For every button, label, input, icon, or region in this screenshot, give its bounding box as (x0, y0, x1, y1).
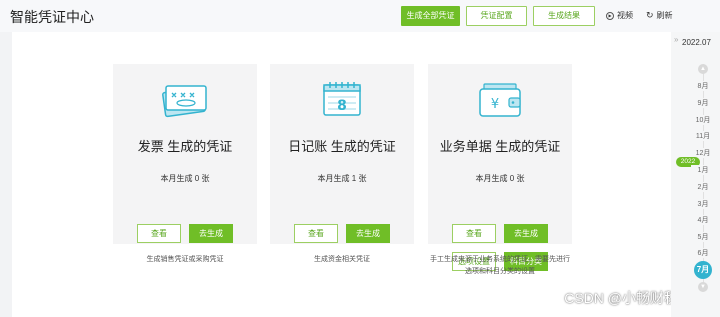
svg-text:¥: ¥ (491, 97, 499, 112)
refresh-label: 刷新 (656, 11, 673, 20)
month-item[interactable]: 3月 (691, 199, 715, 209)
generate-result-button[interactable]: 生成结果 (533, 6, 595, 26)
scroll-up-icon[interactable]: ▲ (698, 64, 708, 74)
video-label: 视频 (617, 11, 633, 20)
card-title: 发票 生成的凭证 (137, 139, 233, 154)
card-count: 本月生成 0 张 (160, 174, 210, 183)
month-item[interactable]: 5月 (691, 232, 715, 242)
svg-text:8: 8 (337, 98, 347, 114)
business-doc-card: ¥ 业务单据 生成的凭证 本月生成 0 张 查看 去生成 选项设置 科目分类 (428, 64, 572, 271)
page-title: 智能凭证中心 (10, 9, 94, 25)
month-item[interactable]: 1月 (691, 165, 715, 175)
scroll-down-icon[interactable]: ▼ (698, 282, 708, 292)
card-count: 本月生成 0 张 (475, 174, 525, 183)
voucher-config-button[interactable]: 凭证配置 (466, 6, 527, 26)
journal-icon: 8 (323, 82, 361, 116)
month-item[interactable]: 4月 (691, 215, 715, 225)
month-item[interactable]: 6月 (691, 248, 715, 258)
month-item[interactable]: 9月 (691, 98, 715, 108)
month-item[interactable]: 8月 (691, 81, 715, 91)
business-doc-card-desc: 手工生成来源于业务系统的凭证，需要先进行 选项和科目分类的设置 (420, 254, 580, 278)
desc-line: 选项和科目分类的设置 (465, 268, 535, 275)
card-count: 本月生成 1 张 (317, 174, 367, 183)
generate-button[interactable]: 去生成 (346, 224, 390, 243)
view-button[interactable]: 查看 (294, 224, 338, 243)
view-button[interactable]: 查看 (137, 224, 181, 243)
main-panel: 发票 生成的凭证 本月生成 0 张 查看 去生成 生成销售凭证或采购凭证 8 日… (12, 32, 671, 317)
collapse-icon[interactable]: » (674, 35, 678, 44)
current-period: 2022.07 (682, 38, 711, 47)
refresh-link[interactable]: ↻ 刷新 (646, 10, 673, 21)
journal-card-desc: 生成资金相关凭证 (314, 256, 370, 263)
refresh-icon: ↻ (646, 10, 654, 20)
journal-card: 8 日记账 生成的凭证 本月生成 1 张 查看 去生成 (270, 64, 414, 244)
desc-line: 手工生成来源于业务系统的凭证，需要先进行 (430, 256, 570, 263)
month-item[interactable]: 2月 (691, 182, 715, 192)
play-icon: ▶ (606, 11, 614, 20)
card-title: 日记账 生成的凭证 (288, 139, 396, 154)
invoice-icon (162, 85, 207, 118)
view-button[interactable]: 查看 (452, 224, 496, 243)
top-bar: 智能凭证中心 生成全部凭证 凭证配置 生成结果 ▶ 视频 ↻ 刷新 (0, 0, 720, 32)
generate-button[interactable]: 去生成 (504, 224, 548, 243)
active-month[interactable]: 7月 (694, 261, 712, 279)
month-item[interactable]: 10月 (691, 115, 715, 125)
wallet-icon: ¥ (479, 83, 521, 117)
month-timeline: » 2022.07 ▲ 8月 9月 10月 11月 12月 2022 1月 2月… (671, 32, 720, 317)
month-item[interactable]: 11月 (691, 131, 715, 141)
card-title: 业务单据 生成的凭证 (439, 139, 561, 154)
invoice-card: 发票 生成的凭证 本月生成 0 张 查看 去生成 (113, 64, 257, 244)
invoice-card-desc: 生成销售凭证或采购凭证 (146, 256, 224, 263)
video-link[interactable]: ▶ 视频 (606, 10, 633, 21)
generate-all-button[interactable]: 生成全部凭证 (401, 6, 460, 26)
generate-button[interactable]: 去生成 (189, 224, 233, 243)
